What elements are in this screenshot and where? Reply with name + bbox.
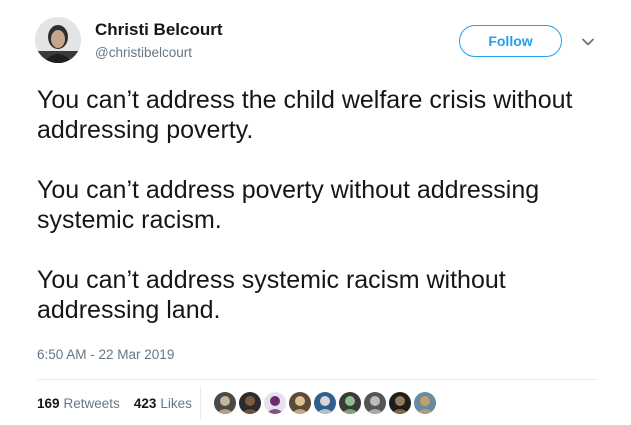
liker-avatar[interactable]: [288, 391, 312, 415]
retweets-label[interactable]: Retweets: [64, 395, 120, 413]
follow-button[interactable]: Follow: [459, 25, 562, 57]
likes-count[interactable]: 423: [134, 395, 157, 413]
tweet-paragraph: You can’t address systemic racism withou…: [37, 266, 506, 324]
tweet-timestamp[interactable]: 6:50 AM - 22 Mar 2019: [37, 346, 174, 364]
retweets-count[interactable]: 169: [37, 395, 60, 413]
avatar-photo: [35, 17, 81, 63]
tweet-paragraph: You can’t address poverty without addres…: [37, 176, 540, 234]
tweet-text: You can’t address the child welfare cris…: [37, 85, 617, 355]
liker-avatar[interactable]: [238, 391, 262, 415]
stats-separator: [200, 386, 201, 420]
liker-avatars: [213, 391, 437, 415]
liker-avatar[interactable]: [413, 391, 437, 415]
likes-label[interactable]: Likes: [160, 395, 192, 413]
author-avatar[interactable]: [35, 17, 81, 63]
author-name[interactable]: Christi Belcourt: [95, 20, 223, 40]
chevron-down-icon[interactable]: [580, 34, 596, 50]
liker-avatar[interactable]: [363, 391, 387, 415]
tweet-card: Christi Belcourt @christibelcourt Follow…: [0, 0, 631, 425]
tweet-paragraph: You can’t address the child welfare cris…: [37, 86, 573, 144]
liker-avatar[interactable]: [388, 391, 412, 415]
engagement-stats: 169 Retweets 423 Likes: [37, 395, 192, 413]
divider: [37, 379, 597, 380]
liker-avatar[interactable]: [263, 391, 287, 415]
liker-avatar[interactable]: [213, 391, 237, 415]
liker-avatar[interactable]: [338, 391, 362, 415]
liker-avatar[interactable]: [313, 391, 337, 415]
author-handle[interactable]: @christibelcourt: [95, 44, 192, 62]
